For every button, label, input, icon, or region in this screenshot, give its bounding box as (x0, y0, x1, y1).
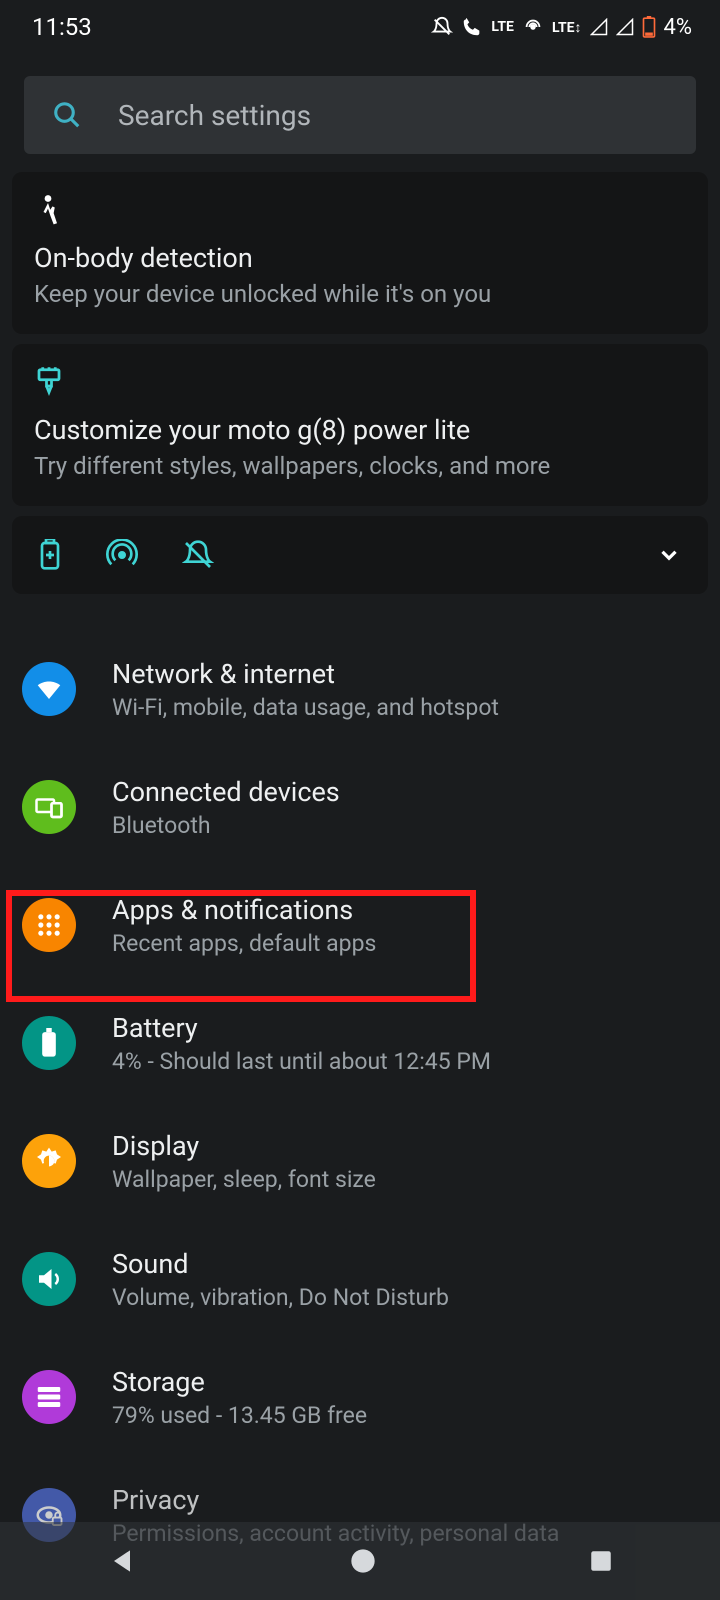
item-title: Storage (112, 1366, 367, 1398)
battery-percent: 4% (664, 15, 692, 40)
item-subtitle: Recent apps, default apps (112, 930, 376, 957)
item-title: Connected devices (112, 776, 340, 808)
lte-label-2: LTE↕ (552, 19, 582, 36)
signal-1-icon (590, 18, 608, 36)
chevron-down-icon[interactable] (656, 542, 682, 568)
card-title: On-body detection (34, 242, 686, 274)
lte-label-1: LTE (491, 19, 514, 35)
item-subtitle: Volume, vibration, Do Not Disturb (112, 1284, 449, 1311)
card-subtitle: Try different styles, wallpapers, clocks… (34, 452, 686, 480)
card-customize[interactable]: Customize your moto g(8) power lite Try … (12, 344, 708, 506)
status-right: LTE LTE↕ 4% (431, 15, 692, 40)
item-sound[interactable]: Sound Volume, vibration, Do Not Disturb (0, 1220, 720, 1338)
search-settings[interactable]: Search settings (24, 76, 696, 154)
dnd-icon (182, 539, 214, 571)
nav-recent-icon[interactable] (588, 1548, 614, 1574)
nav-home-icon[interactable] (349, 1547, 377, 1575)
search-placeholder: Search settings (118, 99, 311, 132)
brightness-icon (22, 1134, 76, 1188)
item-storage[interactable]: Storage 79% used - 13.45 GB free (0, 1338, 720, 1456)
item-title: Battery (112, 1012, 491, 1044)
signal-2-icon (616, 18, 634, 36)
hotspot-status-icon (522, 16, 544, 38)
item-title: Network & internet (112, 658, 499, 690)
item-subtitle: 79% used - 13.45 GB free (112, 1402, 367, 1429)
phone-icon (461, 16, 483, 38)
item-subtitle: Wallpaper, sleep, font size (112, 1166, 376, 1193)
volume-icon (22, 1252, 76, 1306)
brush-icon (34, 366, 686, 408)
card-onbody-detection[interactable]: On-body detection Keep your device unloc… (12, 172, 708, 334)
nav-bar (0, 1522, 720, 1600)
quick-toggle-row[interactable] (12, 516, 708, 594)
status-bar: 11:53 LTE LTE↕ 4% (0, 0, 720, 52)
item-subtitle: 4% - Should last until about 12:45 PM (112, 1048, 491, 1075)
battery-plus-icon (38, 539, 62, 571)
settings-list: Network & internet Wi-Fi, mobile, data u… (0, 604, 720, 1574)
item-connected-devices[interactable]: Connected devices Bluetooth (0, 748, 720, 866)
card-title: Customize your moto g(8) power lite (34, 414, 686, 446)
apps-icon (22, 898, 76, 952)
item-display[interactable]: Display Wallpaper, sleep, font size (0, 1102, 720, 1220)
item-title: Display (112, 1130, 376, 1162)
item-subtitle: Wi-Fi, mobile, data usage, and hotspot (112, 694, 499, 721)
item-network-internet[interactable]: Network & internet Wi-Fi, mobile, data u… (0, 630, 720, 748)
item-title: Sound (112, 1248, 449, 1280)
item-subtitle: Bluetooth (112, 812, 340, 839)
item-apps-notifications[interactable]: Apps & notifications Recent apps, defaul… (0, 866, 720, 984)
item-battery[interactable]: Battery 4% - Should last until about 12:… (0, 984, 720, 1102)
item-title: Apps & notifications (112, 894, 376, 926)
battery-icon (22, 1016, 76, 1070)
item-title: Privacy (112, 1484, 559, 1516)
hotspot-icon (106, 539, 138, 571)
wifi-icon (22, 662, 76, 716)
clock: 11:53 (32, 13, 92, 41)
storage-icon (22, 1370, 76, 1424)
dnd-off-icon (431, 16, 453, 38)
walk-icon (34, 194, 686, 236)
battery-status-icon (642, 16, 656, 38)
search-icon (52, 100, 82, 130)
nav-back-icon[interactable] (106, 1545, 138, 1577)
devices-icon (22, 780, 76, 834)
card-subtitle: Keep your device unlocked while it's on … (34, 280, 686, 308)
